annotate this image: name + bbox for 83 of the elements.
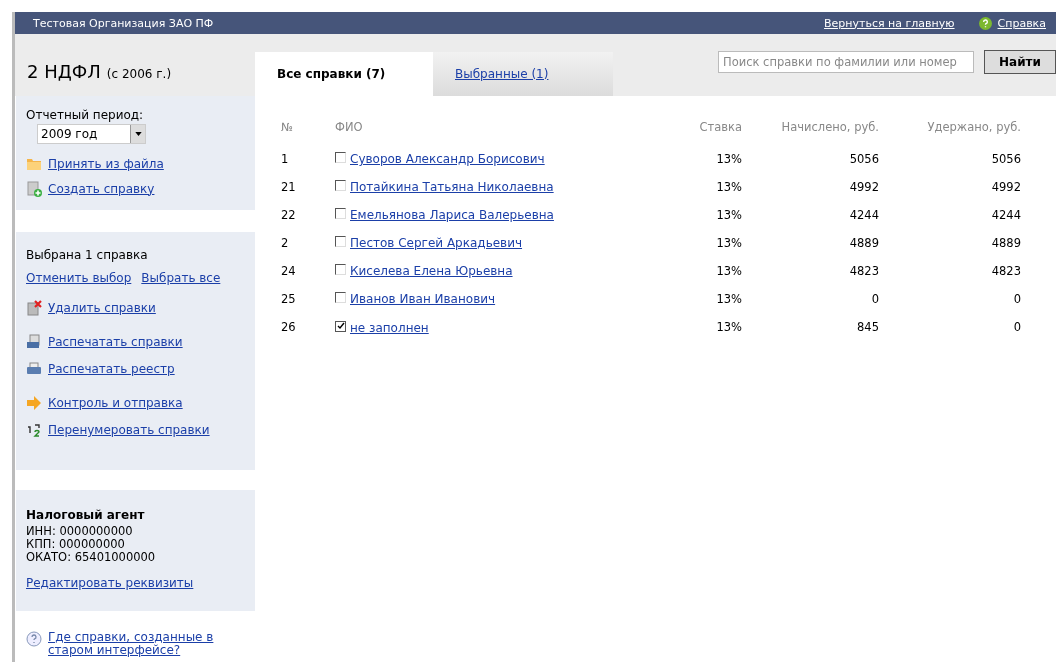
action-link[interactable]: Распечатать реестр (48, 362, 175, 376)
select-all-link[interactable]: Выбрать все (141, 271, 221, 285)
print-document-icon (26, 334, 42, 350)
table-cell: 21 (281, 180, 296, 194)
table-cell: 845 (857, 320, 879, 334)
action-link[interactable]: Распечатать справки (48, 335, 183, 349)
column-header: ФИО (335, 120, 363, 134)
table-cell: 4889 (849, 236, 879, 250)
agent-detail: ИНН: 0000000000 (26, 525, 134, 538)
table-cell: 13% (716, 264, 742, 278)
checkbox[interactable] (335, 180, 346, 191)
employee-link[interactable]: не заполнен (350, 320, 429, 335)
find-button[interactable]: Найти (984, 50, 1056, 74)
action-link[interactable]: Принять из файла (48, 156, 164, 171)
help-icon (26, 631, 42, 647)
page-title-note: (с 2006 г.) (106, 67, 172, 81)
table-cell: 4244 (991, 208, 1021, 222)
search-field[interactable]: Поиск справки по фамилии или номер (718, 51, 974, 73)
renumber-icon (26, 422, 42, 438)
table-cell: 13% (716, 320, 742, 334)
action-link[interactable]: Удалить справки (48, 301, 156, 315)
arrow-right-icon (26, 395, 42, 411)
home-link[interactable]: Вернуться на главную (824, 16, 955, 30)
delete-document-icon (26, 300, 42, 316)
table-cell: 2 (281, 236, 289, 250)
column-header: № (281, 120, 293, 134)
table-cell: 13% (716, 292, 742, 306)
action-link[interactable]: Контроль и отправка (48, 396, 183, 410)
table-cell: 4992 (991, 180, 1021, 194)
table-cell: 13% (716, 236, 742, 250)
clear-selection-link[interactable]: Отменить выбор (26, 271, 132, 285)
employee-link[interactable]: Пестов Сергей Аркадьевич (350, 236, 523, 250)
table-cell: 13% (716, 208, 742, 222)
agent-detail: ОКАТО: 65401000000 (26, 551, 157, 564)
table-cell: 5056 (991, 152, 1021, 166)
help-icon (978, 16, 992, 30)
table-cell: 0 (1013, 320, 1021, 334)
table-cell: 4244 (849, 208, 879, 222)
checkbox[interactable] (335, 208, 346, 219)
edit-details-link[interactable]: Редактировать реквизиты (26, 576, 245, 590)
tab[interactable]: Выбранные (1) (433, 52, 613, 96)
employee-link[interactable]: Потайкина Татьяна Николаевна (350, 180, 554, 194)
organization-name: Тестовая Организация ЗАО ПФ (33, 16, 214, 30)
period-dropdown[interactable]: 2009 год (37, 124, 146, 144)
caret-icon (134, 132, 142, 136)
column-header: Ставка (699, 120, 742, 134)
table-cell: 4823 (991, 264, 1021, 278)
action-link[interactable]: Перенумеровать справки (48, 423, 210, 437)
table-cell: 24 (281, 264, 296, 278)
table-cell: 13% (716, 152, 742, 166)
table-cell: 0 (1013, 292, 1021, 306)
column-header: Удержано, руб. (927, 120, 1021, 134)
checkbox[interactable] (335, 320, 346, 332)
table-cell: 4992 (849, 180, 879, 194)
checkbox[interactable] (335, 292, 346, 303)
selection-status: Выбрана 1 справка (26, 248, 149, 262)
help-link[interactable]: Справка (997, 16, 1046, 30)
agent-detail: КПП: 000000000 (26, 538, 126, 551)
tab[interactable]: Все справки (7) (255, 52, 433, 96)
table-cell: 22 (281, 208, 296, 222)
table-cell: 13% (716, 180, 742, 194)
table-cell: 0 (871, 292, 879, 306)
table-cell: 4823 (849, 264, 879, 278)
employee-link[interactable]: Киселева Елена Юрьевна (350, 264, 513, 278)
table-cell: 25 (281, 292, 296, 306)
table-cell: 5056 (849, 152, 879, 166)
employee-link[interactable]: Емельянова Лариса Валерьевна (350, 208, 554, 222)
action-link[interactable]: Создать справку (48, 181, 155, 196)
checkbox[interactable] (335, 236, 346, 247)
help-question-link[interactable]: Где справки, созданные в старом интерфейсе? (48, 631, 218, 657)
period-label: Отчетный период: (26, 108, 145, 122)
employee-link[interactable]: Иванов Иван Иванович (350, 292, 496, 306)
table-cell: 1 (281, 152, 289, 166)
page-title: 2 НДФЛ (27, 61, 101, 82)
checkbox[interactable] (335, 264, 346, 275)
add-document-icon (26, 180, 42, 197)
agent-title: Налоговый агент (26, 508, 146, 522)
printer-icon (26, 361, 42, 377)
employee-link[interactable]: Суворов Александр Борисович (350, 152, 545, 166)
column-header: Начислено, руб. (781, 120, 879, 134)
table-cell: 26 (281, 320, 296, 334)
checkbox[interactable] (335, 152, 346, 163)
table-cell: 4889 (991, 236, 1021, 250)
